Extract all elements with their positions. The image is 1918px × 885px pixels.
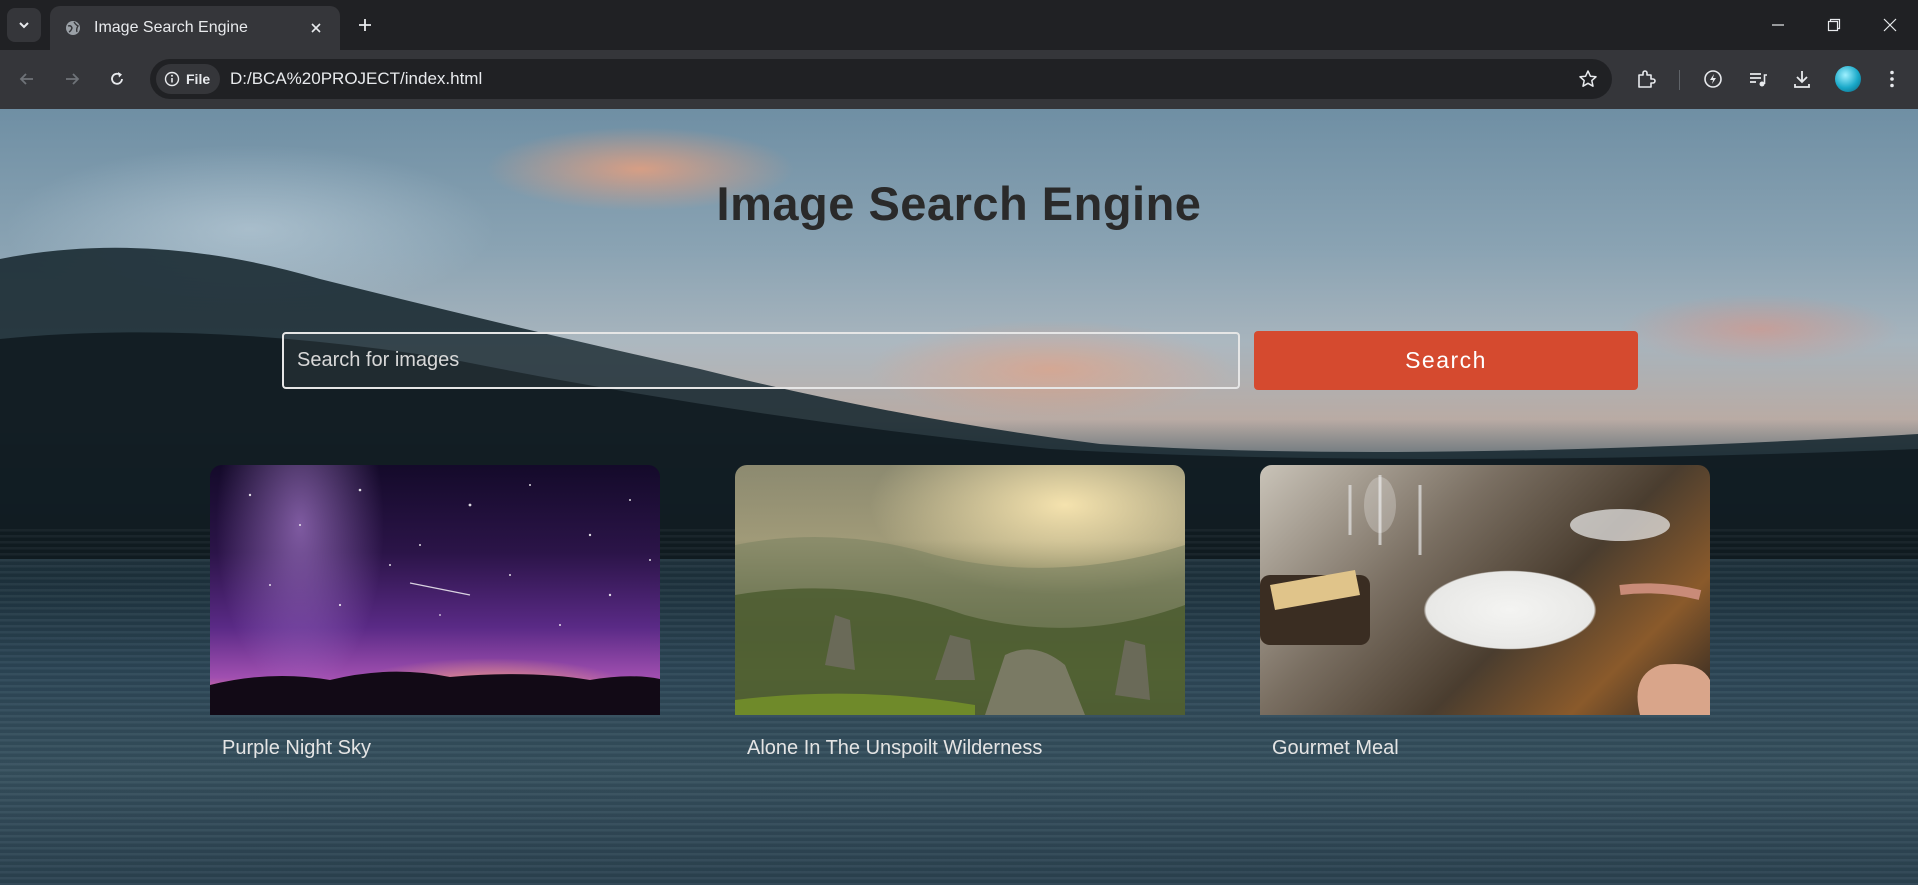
puzzle-icon xyxy=(1638,70,1656,88)
wilderness-scene xyxy=(735,537,1185,715)
card-caption: Purple Night Sky xyxy=(222,737,371,759)
plus-icon xyxy=(359,19,371,31)
reload-icon xyxy=(111,72,123,85)
more-vertical-icon xyxy=(1890,70,1894,88)
download-icon xyxy=(1794,71,1810,88)
toolbar-divider xyxy=(1679,70,1680,90)
url-text: D:/BCA%20PROJECT/index.html xyxy=(230,69,483,88)
search-input[interactable] xyxy=(282,332,1240,389)
extensions-button[interactable] xyxy=(1629,62,1663,96)
card-caption: Alone In The Unspoilt Wilderness xyxy=(747,737,1043,759)
chevron-down-icon xyxy=(19,22,29,29)
back-button[interactable] xyxy=(10,62,44,96)
performance-button[interactable] xyxy=(1696,62,1730,96)
result-image-gourmet-meal[interactable] xyxy=(1260,465,1710,715)
page-viewport: Image Search Engine Search Purple Night … xyxy=(0,109,1918,885)
meal-scene xyxy=(1260,475,1710,715)
tab-search-button[interactable] xyxy=(7,8,41,42)
tab-active[interactable]: Image Search Engine xyxy=(50,6,340,50)
restore-button[interactable] xyxy=(1806,0,1862,50)
leaf-icon xyxy=(1704,70,1722,88)
globe-icon xyxy=(64,19,82,37)
media-controls-button[interactable] xyxy=(1741,62,1775,96)
close-icon xyxy=(1883,18,1897,32)
site-chip-label: File xyxy=(186,71,211,87)
playlist-icon xyxy=(1750,73,1767,87)
result-image-wilderness[interactable] xyxy=(735,465,1185,715)
minimize-button[interactable] xyxy=(1750,0,1806,50)
card-caption: Gourmet Meal xyxy=(1272,737,1399,759)
arrow-left-icon xyxy=(19,73,33,85)
close-window-button[interactable] xyxy=(1862,0,1918,50)
bookmark-star-icon[interactable] xyxy=(1576,67,1600,91)
browser-toolbar: File D:/BCA%20PROJECT/index.html xyxy=(0,50,1918,109)
tab-strip: Image Search Engine xyxy=(0,0,1918,50)
address-bar[interactable]: File D:/BCA%20PROJECT/index.html xyxy=(150,59,1612,99)
downloads-button[interactable] xyxy=(1785,62,1819,96)
result-card[interactable]: Purple Night Sky xyxy=(210,465,660,760)
new-tab-button[interactable] xyxy=(350,10,380,40)
result-card[interactable]: Alone In The Unspoilt Wilderness xyxy=(735,465,1185,760)
result-card[interactable]: Gourmet Meal xyxy=(1260,465,1710,760)
page-title: Image Search Engine xyxy=(716,177,1202,230)
night-sky-scene xyxy=(210,484,660,715)
info-icon xyxy=(164,71,180,87)
result-image-purple-night-sky[interactable] xyxy=(210,465,660,715)
tab-title: Image Search Engine xyxy=(94,19,248,36)
arrow-right-icon xyxy=(66,73,80,85)
close-tab-icon[interactable] xyxy=(304,16,328,40)
site-info-chip[interactable]: File xyxy=(156,64,220,94)
browser-menu-button[interactable] xyxy=(1875,62,1909,96)
minimize-icon xyxy=(1772,24,1784,26)
reload-button[interactable] xyxy=(100,62,134,96)
search-button[interactable]: Search xyxy=(1254,331,1638,390)
restore-icon xyxy=(1827,18,1841,32)
forward-button[interactable] xyxy=(55,62,89,96)
profile-avatar[interactable] xyxy=(1835,66,1861,92)
